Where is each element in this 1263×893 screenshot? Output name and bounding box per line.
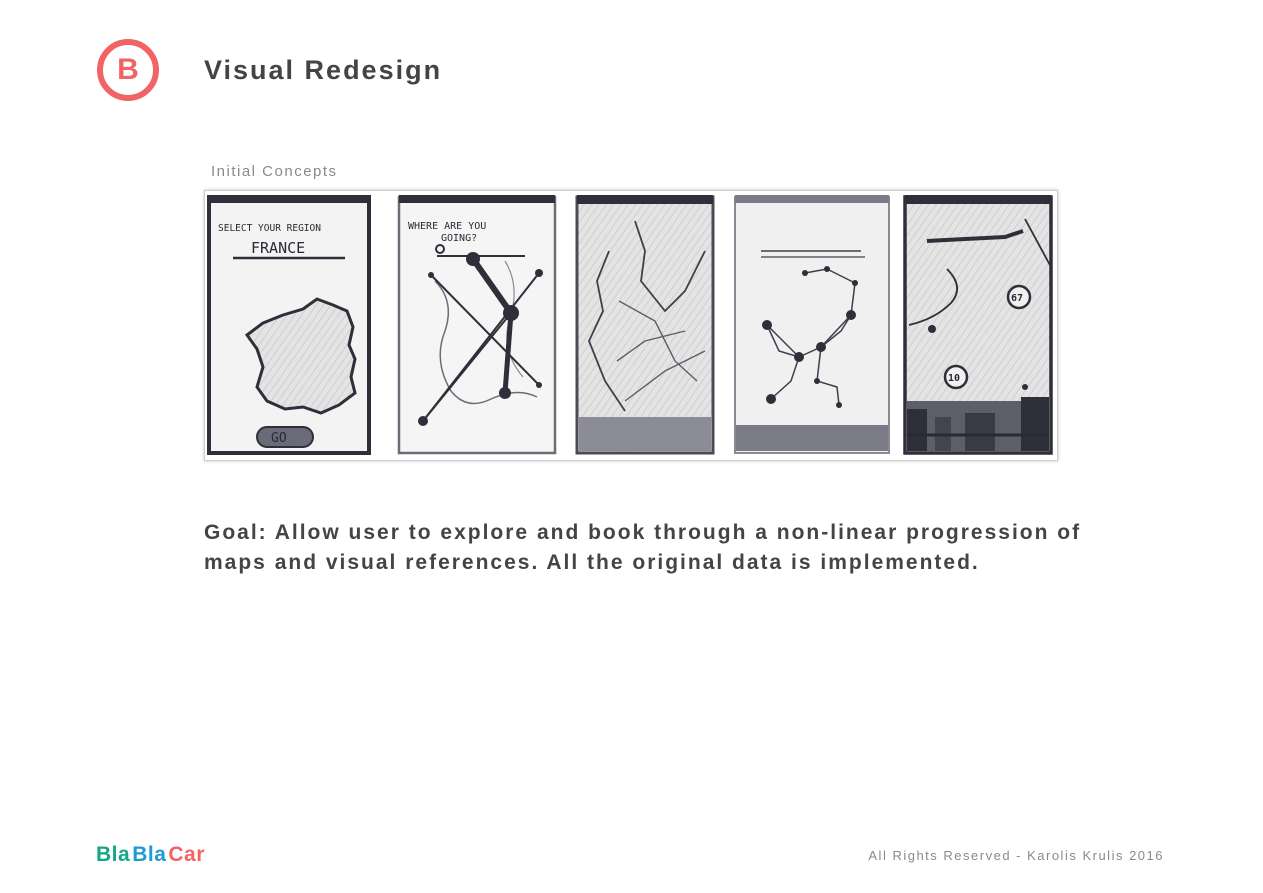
concept-sketches: SELECT YOUR REGION FRANCE GO WHERE ARE Y…: [204, 190, 1058, 461]
logo-part-3: Car: [168, 843, 205, 866]
sketch-region-prompt: SELECT YOUR REGION: [218, 223, 321, 234]
copyright-text: All Rights Reserved - Karolis Krulis 201…: [868, 848, 1164, 863]
logo-part-1: Bla: [96, 843, 131, 866]
sketch-where-going: WHERE ARE YOU GOING?: [397, 195, 557, 455]
section-letter: B: [117, 53, 139, 86]
sketch-region-value: FRANCE: [251, 239, 305, 257]
page-title: Visual Redesign: [204, 55, 443, 85]
concepts-caption: Initial Concepts: [211, 163, 338, 180]
sketch-badge-67: 67: [1011, 293, 1023, 304]
blablacar-logo: BlaBlaCar: [96, 843, 205, 867]
section-badge: B: [97, 39, 159, 101]
sketch-destination-prompt: WHERE ARE YOU: [408, 221, 486, 232]
sketch-destination-prompt-2: GOING?: [441, 233, 477, 244]
sketch-select-region: SELECT YOUR REGION FRANCE GO: [207, 195, 371, 455]
sketch-network: [734, 195, 890, 454]
goal-statement: Goal: Allow user to explore and book thr…: [204, 521, 1082, 574]
logo-part-2: Bla: [132, 843, 167, 866]
sketch-europe-map: [575, 195, 715, 455]
sketch-zoomed-map: 67 10: [903, 195, 1053, 455]
sketch-badge-10: 10: [948, 373, 960, 384]
sketch-go-button: GO: [271, 431, 287, 446]
